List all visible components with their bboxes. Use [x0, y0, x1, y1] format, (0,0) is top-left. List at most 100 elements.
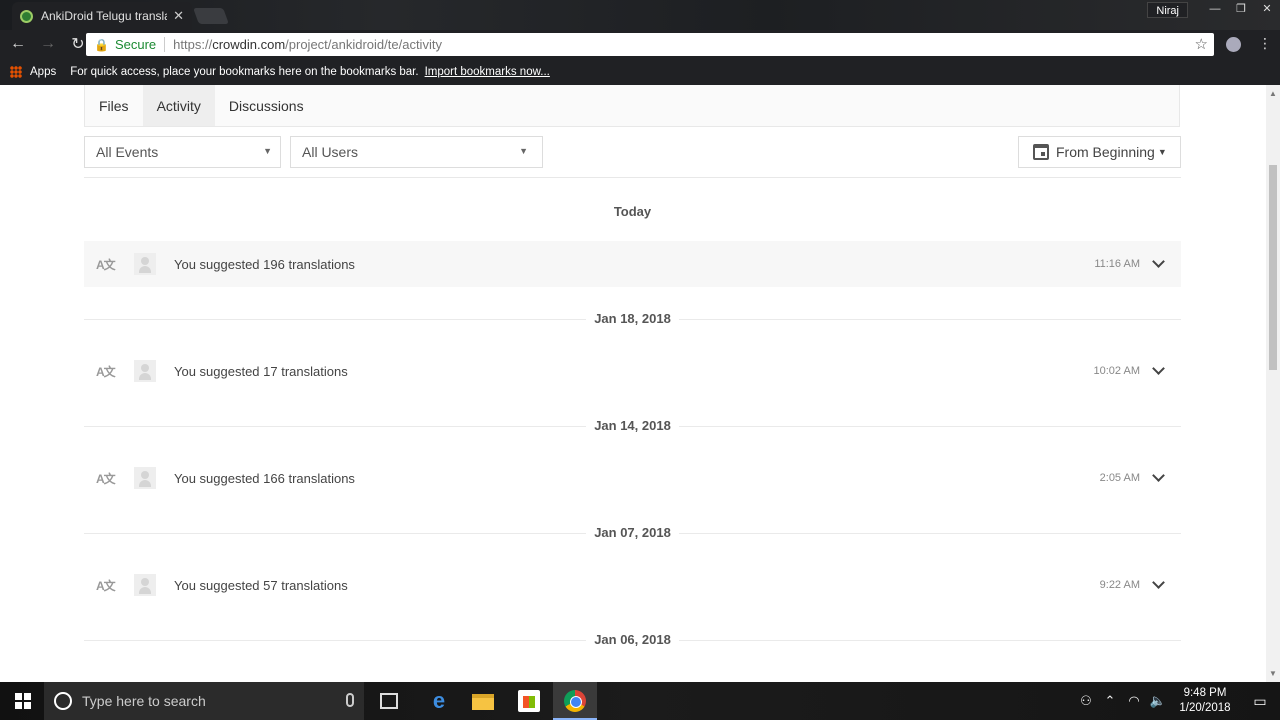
clock-time: 9:48 PM	[1183, 687, 1227, 699]
translate-icon: A文	[96, 578, 116, 593]
chevron-down-icon[interactable]	[1152, 255, 1165, 268]
windows-taskbar: Type here to search e ⚇ ⌃ ◠ 🔈 9:48 PM 1/…	[0, 682, 1280, 720]
activity-text: You suggested 196 translations	[174, 256, 355, 272]
bookmarks-hint-text: For quick access, place your bookmarks h…	[70, 65, 419, 78]
forward-arrow-icon[interactable]: →	[36, 35, 60, 53]
secure-label: Secure	[115, 37, 166, 52]
wifi-icon[interactable]: ◠	[1122, 693, 1146, 709]
edge-browser-icon[interactable]: e	[428, 690, 450, 712]
translate-icon: A文	[96, 257, 116, 272]
date-heading: Jan 18, 2018	[84, 311, 1181, 326]
date-range-button[interactable]: From Beginning ▼	[1018, 136, 1181, 168]
url-text[interactable]: https://crowdin.com/project/ankidroid/te…	[173, 37, 442, 52]
translate-icon: A文	[96, 471, 116, 486]
restore-button[interactable]: ❐	[1228, 0, 1254, 18]
activity-row[interactable]: A文 You suggested 166 translations 2:05 A…	[84, 455, 1181, 501]
caret-down-icon: ▼	[519, 146, 528, 156]
lock-icon: 🔒	[94, 37, 109, 52]
window-controls: — ❐ ✕	[1202, 0, 1280, 18]
date-heading-text: Today	[613, 204, 652, 219]
close-tab-icon[interactable]: ✕	[173, 8, 184, 24]
notification-icon[interactable]: ▭	[1240, 693, 1280, 710]
date-heading-text: Jan 14, 2018	[586, 418, 679, 433]
activity-time: 10:02 AM	[1093, 365, 1140, 377]
page-content: Files Activity Discussions All Events ▼ …	[0, 85, 1266, 682]
browser-tab-active[interactable]: AnkiDroid Telugu transla ✕	[12, 2, 192, 30]
bookmark-star-icon[interactable]: ☆	[1195, 35, 1208, 53]
date-heading: Jan 14, 2018	[84, 418, 1181, 433]
caret-down-icon: ▼	[263, 146, 272, 156]
profile-button[interactable]: Niraj	[1147, 2, 1188, 18]
date-range-label: From Beginning	[1056, 144, 1155, 160]
store-icon[interactable]	[518, 690, 540, 712]
browser-tab-title: AnkiDroid Telugu transla	[41, 9, 168, 23]
date-heading-text: Jan 07, 2018	[586, 525, 679, 540]
bookmarks-bar: Apps For quick access, place your bookma…	[0, 58, 1280, 85]
activity-text: You suggested 17 translations	[174, 363, 348, 379]
avatar	[134, 467, 156, 489]
chevron-down-icon[interactable]	[1152, 362, 1165, 375]
activity-time: 11:16 AM	[1094, 258, 1140, 270]
activity-row[interactable]: A文 You suggested 196 translations 11:16 …	[84, 241, 1181, 287]
activity-text: You suggested 166 translations	[174, 470, 355, 486]
system-tray: ⚇ ⌃ ◠ 🔈 9:48 PM 1/20/2018 ▭	[1074, 682, 1280, 720]
url-scheme: https://	[173, 37, 213, 52]
divider	[84, 177, 1181, 178]
browser-menu-icon[interactable]: ⋮	[1258, 36, 1272, 50]
browser-toolbar: ← → ↻ 🔒 Secure https://crowdin.com/proje…	[0, 30, 1280, 58]
tab-discussions[interactable]: Discussions	[215, 85, 318, 126]
close-window-button[interactable]: ✕	[1254, 0, 1280, 18]
project-tabs: Files Activity Discussions	[84, 85, 1180, 127]
microphone-icon[interactable]	[346, 693, 354, 707]
task-view-icon[interactable]	[380, 693, 398, 709]
activity-row[interactable]: A文 You suggested 57 translations 9:22 AM	[84, 562, 1181, 608]
tab-activity[interactable]: Activity	[142, 85, 215, 126]
taskbar-search-box[interactable]: Type here to search	[44, 682, 364, 720]
new-tab-button[interactable]	[193, 8, 229, 24]
activity-text: You suggested 57 translations	[174, 577, 348, 593]
crowdin-favicon-icon	[20, 9, 33, 23]
calendar-icon	[1033, 144, 1049, 160]
scroll-up-icon[interactable]: ▲	[1269, 89, 1277, 98]
date-heading: Today	[84, 204, 1181, 219]
people-icon[interactable]: ⚇	[1074, 693, 1098, 709]
taskbar-search-placeholder: Type here to search	[82, 693, 206, 709]
clock-date: 1/20/2018	[1179, 702, 1231, 714]
file-explorer-icon[interactable]	[472, 694, 494, 710]
url-path: /project/ankidroid/te/activity	[285, 37, 442, 52]
windows-start-icon[interactable]	[15, 693, 31, 709]
chevron-down-icon[interactable]	[1152, 469, 1165, 482]
tab-files[interactable]: Files	[85, 85, 143, 126]
chrome-icon	[564, 690, 586, 712]
avatar	[134, 574, 156, 596]
back-arrow-icon[interactable]: ←	[6, 35, 30, 53]
volume-icon[interactable]: 🔈	[1146, 693, 1170, 709]
cortana-icon	[54, 692, 72, 710]
address-bar[interactable]: 🔒 Secure https://crowdin.com/project/ank…	[86, 33, 1214, 56]
url-host: crowdin.com	[212, 37, 286, 52]
users-filter-value: All Users	[302, 144, 359, 160]
chevron-down-icon[interactable]	[1152, 576, 1165, 589]
date-heading: Jan 06, 2018	[84, 632, 1181, 647]
apps-grid-icon[interactable]	[10, 65, 22, 78]
page-scrollbar[interactable]: ▲ ▼	[1266, 85, 1280, 682]
chrome-taskbar-button[interactable]	[553, 682, 597, 720]
date-heading-text: Jan 18, 2018	[586, 311, 679, 326]
avatar	[134, 360, 156, 382]
activity-time: 9:22 AM	[1099, 579, 1140, 591]
caret-down-icon: ▼	[1157, 147, 1167, 157]
users-filter-select[interactable]: All Users ▼	[290, 136, 543, 168]
browser-title-bar: AnkiDroid Telugu transla ✕ Niraj — ❐ ✕	[0, 0, 1280, 30]
minimize-button[interactable]: —	[1202, 0, 1228, 18]
tray-expand-icon[interactable]: ⌃	[1098, 693, 1122, 709]
translate-icon: A文	[96, 364, 116, 379]
taskbar-clock[interactable]: 9:48 PM 1/20/2018	[1170, 686, 1240, 716]
scroll-down-icon[interactable]: ▼	[1269, 669, 1277, 678]
import-bookmarks-link[interactable]: Import bookmarks now...	[425, 66, 550, 78]
events-filter-select[interactable]: All Events ▼	[84, 136, 281, 168]
extension-icon[interactable]	[1226, 37, 1241, 52]
scrollbar-thumb[interactable]	[1269, 165, 1277, 370]
bookmarks-apps-link[interactable]: Apps	[30, 66, 56, 78]
activity-time: 2:05 AM	[1099, 472, 1140, 484]
activity-row[interactable]: A文 You suggested 17 translations 10:02 A…	[84, 348, 1181, 394]
